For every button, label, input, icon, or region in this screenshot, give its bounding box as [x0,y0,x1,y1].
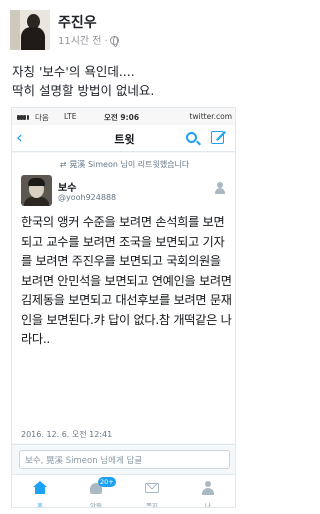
tab-notifications[interactable]: 20+ 알림 [68,475,124,507]
tab-me[interactable]: 나 [180,475,235,507]
profile-icon [202,481,214,495]
retweet-context: ⇄ 晃溪 Simeon 님이 리트윗했습니다 [59,160,190,169]
twitter-header: ‹ 트윗 [12,125,235,152]
signal-icon [17,113,33,120]
network-label: LTE [64,112,77,121]
tweet-date: 2016. 12. 6. 오전 12:41 [21,430,113,439]
bottom-tab-bar: 홈 20+ 알림 쪽지 나 [12,474,235,507]
tweet-text: 한국의 앵커 수준을 보려면 손석희를 보면 되고 교수를 보려면 조국을 보면… [21,215,232,346]
reply-bar: 보수, 晃溪 Simeon 님에게 답글 [12,444,235,474]
author-avatar[interactable] [10,10,50,50]
post-caption: 자칭 '보수'의 욕인데.... 딱히 설명할 방법이 없네요. [12,64,155,98]
tweet-screenshot: 다음 LTE 오전 9:06 twitter.com ‹ 트윗 ⇄ 晃溪 Sime… [11,107,236,508]
search-icon[interactable] [186,132,197,143]
globe-icon [109,36,119,47]
phone-status-bar: 다음 LTE 오전 9:06 twitter.com [12,108,235,125]
notification-badge: 20+ [98,477,116,487]
home-icon [33,481,47,494]
tweet-card: ⇄ 晃溪 Simeon 님이 리트윗했습니다 보수 @yooh924888 한국의… [12,153,235,443]
status-url: twitter.com [189,112,232,121]
facebook-post: 주진우 11시간 전 · 자칭 '보수'의 욕인데.... 딱히 설명할 방법이… [0,0,246,514]
tweet-author-avatar[interactable] [21,175,52,206]
tweet-author-handle[interactable]: @yooh924888 [58,193,116,202]
status-clock: 오전 9:06 [104,113,140,122]
reply-input[interactable]: 보수, 晃溪 Simeon 님에게 답글 [19,450,230,469]
compose-icon[interactable] [211,131,224,144]
carrier-label: 다음 [35,113,49,122]
follow-user-icon[interactable] [212,182,228,194]
post-timestamp[interactable]: 11시간 전 · [58,32,119,47]
retweet-icon: ⇄ [59,160,67,169]
tab-home[interactable]: 홈 [12,475,68,507]
author-name[interactable]: 주진우 [58,12,97,32]
message-icon [145,483,159,493]
tweet-author-name[interactable]: 보수 [58,179,76,194]
tab-messages[interactable]: 쪽지 [124,475,180,507]
page-title: 트윗 [114,133,135,146]
